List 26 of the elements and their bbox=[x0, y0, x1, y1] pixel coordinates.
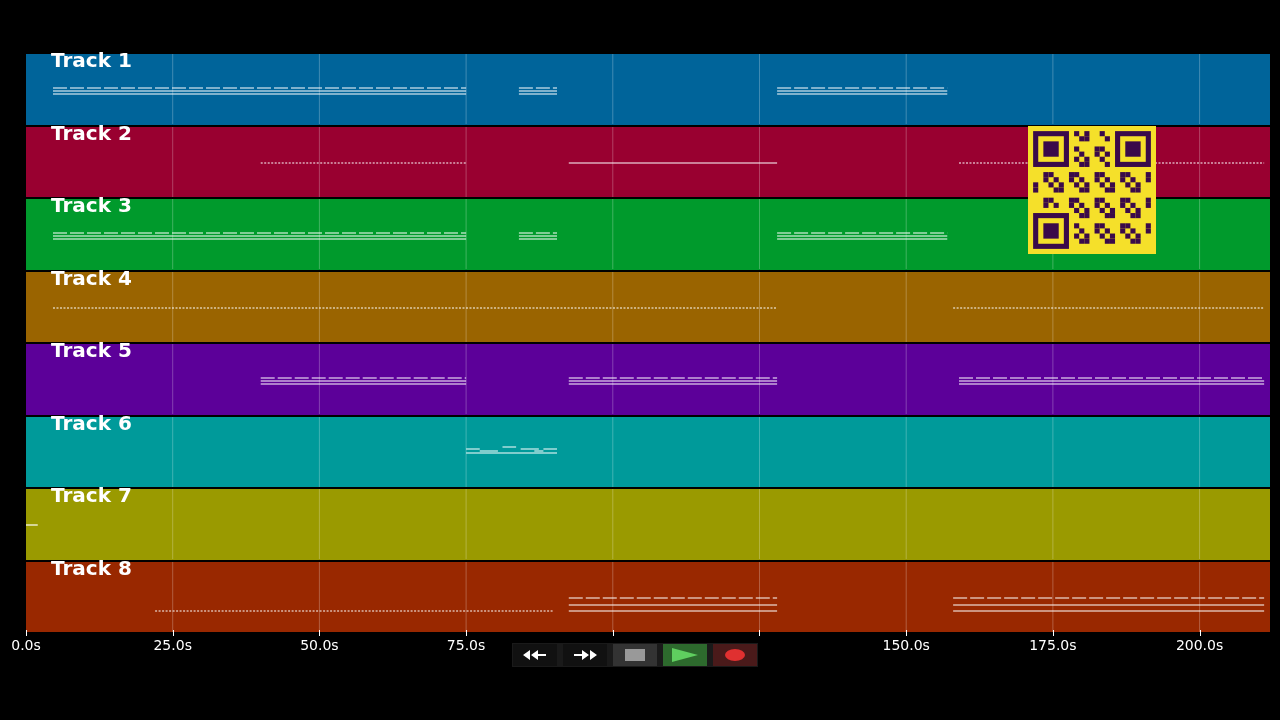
fast-forward-icon bbox=[572, 649, 598, 661]
track-name: Track 6 bbox=[51, 412, 132, 433]
time-label: 0.0s bbox=[11, 638, 41, 652]
play-button[interactable] bbox=[663, 644, 707, 666]
play-icon bbox=[672, 648, 698, 662]
time-label: 200.0s bbox=[1175, 638, 1224, 652]
time-label: 175.0s bbox=[1029, 638, 1077, 652]
track-name: Track 7 bbox=[51, 485, 132, 505]
track-name: Track 1 bbox=[51, 50, 132, 70]
track-name: Track 3 bbox=[51, 195, 132, 215]
record-icon bbox=[725, 649, 745, 661]
track-name: Track 8 bbox=[51, 557, 132, 578]
record-button[interactable] bbox=[713, 644, 757, 666]
time-label: 75.0s bbox=[446, 638, 486, 652]
qr-code-icon bbox=[1028, 126, 1156, 254]
rewind-button[interactable] bbox=[513, 644, 557, 666]
track-name: Track 5 bbox=[51, 340, 132, 360]
time-label: 25.0s bbox=[153, 638, 192, 652]
stop-button[interactable] bbox=[613, 644, 657, 666]
track-name: Track 2 bbox=[51, 122, 132, 143]
time-label: 50.0s bbox=[300, 638, 339, 652]
stop-icon bbox=[625, 649, 645, 661]
track-name: Track 4 bbox=[51, 267, 132, 288]
fast-forward-button[interactable] bbox=[563, 644, 607, 666]
time-label: 150.0s bbox=[882, 638, 930, 652]
rewind-icon bbox=[522, 649, 548, 661]
